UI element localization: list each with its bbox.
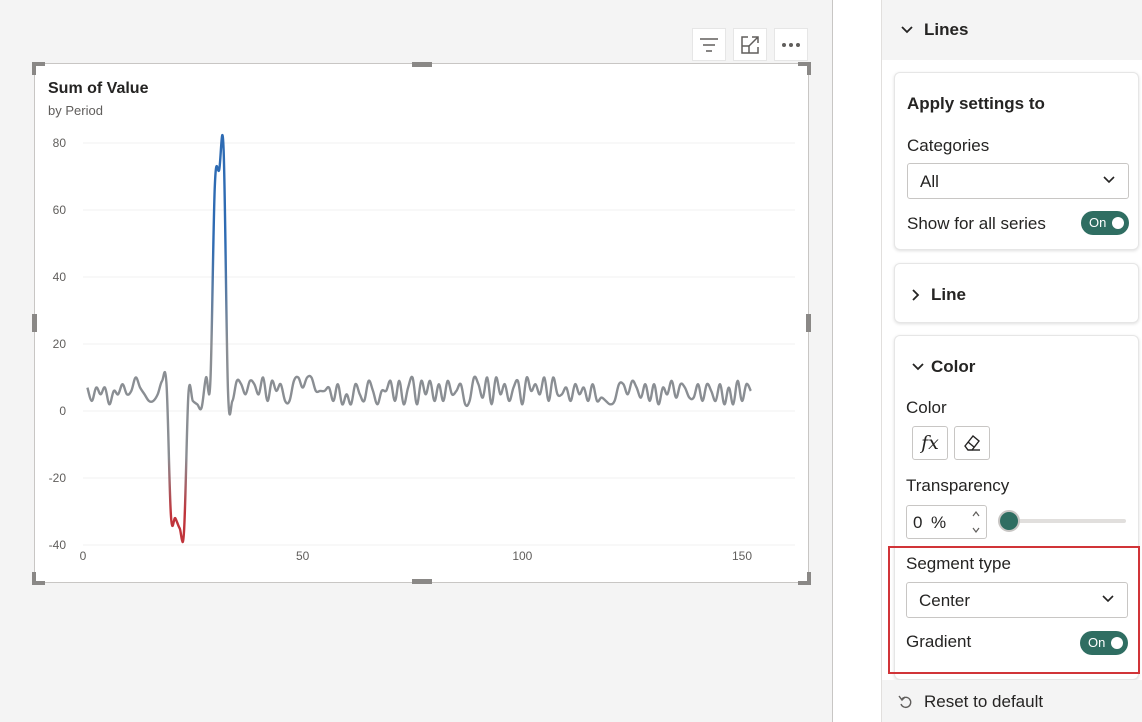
resize-handle-top[interactable] [412, 62, 432, 67]
transparency-label: Transparency [906, 476, 1010, 495]
resize-handle-bottom-right[interactable] [797, 571, 811, 585]
x-tick-label: 100 [512, 549, 532, 563]
y-tick-label: -40 [49, 538, 67, 552]
plot-area: 80 60 40 20 0 -20 -40 0 50 100 150 [49, 134, 795, 563]
transparency-slider-thumb[interactable] [998, 510, 1020, 532]
filter-icon [700, 37, 718, 52]
reset-label: Reset to default [924, 692, 1044, 711]
resize-handle-left[interactable] [32, 314, 37, 332]
more-options-icon [782, 42, 800, 47]
show-all-series-toggle[interactable]: On [1081, 211, 1129, 235]
line-chart-visual[interactable]: Sum of Value by Period 80 60 40 20 0 -20 -40 0 5… [34, 63, 809, 583]
lines-section-title: Lines [924, 20, 969, 39]
line-card[interactable]: Line [894, 263, 1139, 323]
clear-color-button[interactable] [954, 426, 990, 460]
spinner-icon[interactable] [971, 509, 981, 535]
line-card-title: Line [931, 285, 966, 304]
chevron-down-icon [1103, 176, 1115, 184]
y-tick-label: 80 [53, 136, 67, 150]
toggle-knob [1112, 217, 1124, 229]
color-card-title: Color [931, 357, 976, 376]
y-tick-label: 40 [53, 270, 67, 284]
categories-label: Categories [907, 136, 990, 155]
apply-settings-title: Apply settings to [907, 94, 1045, 113]
pane-gutter [833, 0, 881, 722]
focus-mode-icon [741, 35, 759, 54]
series-line[interactable] [86, 134, 752, 543]
filter-button[interactable] [692, 28, 726, 61]
highlight-box [888, 546, 1140, 674]
undo-icon [898, 695, 912, 709]
transparency-value: 0 [913, 513, 923, 532]
resize-handle-right[interactable] [806, 314, 811, 332]
x-tick-label: 50 [296, 549, 310, 563]
apply-settings-card: Apply settings to Categories All Show fo… [894, 72, 1139, 250]
categories-dropdown[interactable]: All [907, 163, 1129, 199]
resize-handle-top-left[interactable] [32, 62, 46, 76]
x-tick-label: 150 [732, 549, 752, 563]
y-tick-label: 0 [59, 404, 66, 418]
chevron-down-icon [901, 26, 913, 34]
y-tick-label: 60 [53, 203, 67, 217]
reset-to-default-button[interactable]: Reset to default [898, 692, 1043, 712]
eraser-icon [964, 435, 980, 451]
fx-button[interactable]: fx [912, 426, 948, 460]
transparency-input[interactable]: 0 % [906, 505, 987, 539]
categories-value: All [920, 172, 939, 191]
resize-handle-bottom[interactable] [412, 579, 432, 584]
x-tick-label: 0 [80, 549, 87, 563]
y-tick-label: 20 [53, 337, 67, 351]
chevron-down-icon [912, 363, 924, 371]
fx-icon: fx [921, 432, 939, 454]
lines-section-header[interactable]: Lines [882, 0, 1142, 60]
resize-handle-top-right[interactable] [797, 62, 811, 76]
color-label: Color [906, 398, 947, 417]
chevron-right-icon [912, 289, 920, 301]
show-all-series-label: Show for all series [907, 214, 1046, 233]
transparency-unit: % [931, 513, 947, 532]
resize-handle-bottom-left[interactable] [32, 571, 46, 585]
focus-mode-button[interactable] [733, 28, 767, 61]
transparency-slider-track[interactable] [1006, 519, 1126, 523]
y-tick-label: -20 [49, 471, 67, 485]
more-options-button[interactable] [774, 28, 808, 61]
toggle-on-label: On [1089, 215, 1107, 230]
report-canvas: Sum of Value by Period 80 60 40 20 0 -20 -40 0 5… [0, 0, 832, 722]
